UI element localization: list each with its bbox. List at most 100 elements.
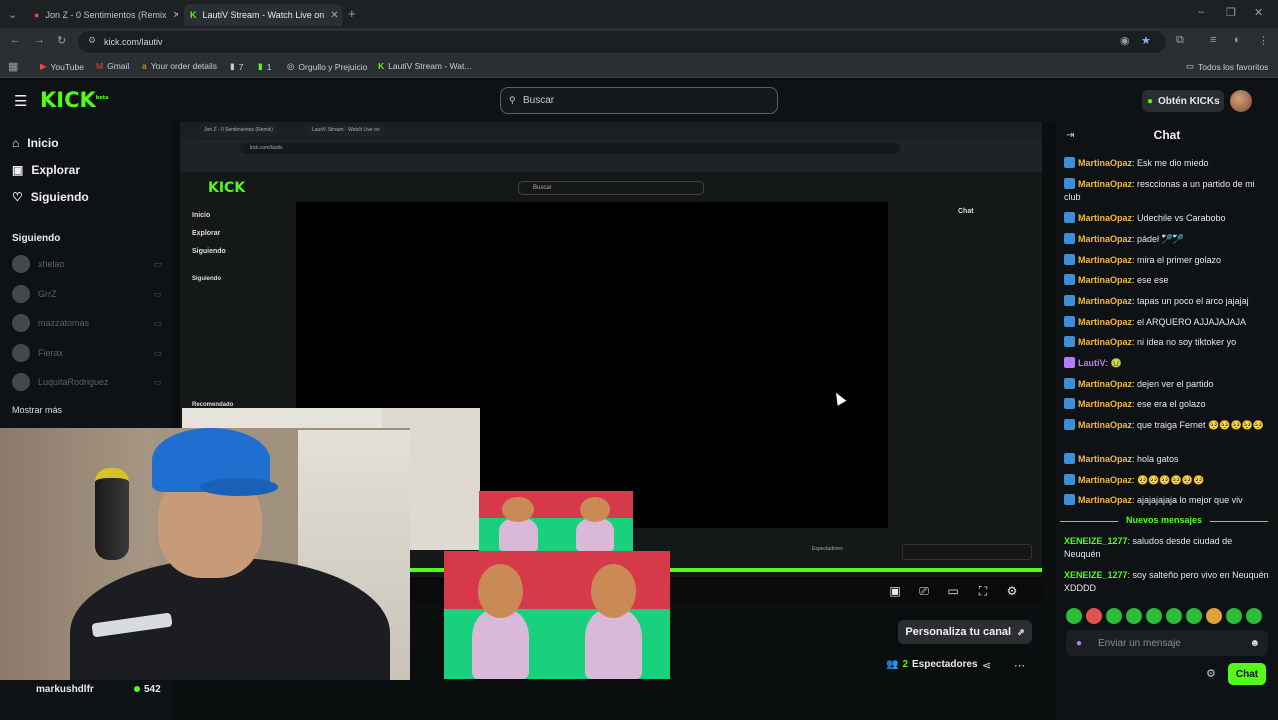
mic-icon: ● bbox=[1076, 637, 1083, 649]
close-tab-icon[interactable]: ✕ bbox=[172, 10, 178, 21]
inner-url: kick.com/lautiv bbox=[240, 143, 900, 154]
chat-username[interactable]: MartinaOpaz bbox=[1078, 255, 1132, 265]
fullscreen-icon[interactable]: ⛶ bbox=[976, 584, 990, 598]
youtube-icon: ▶ bbox=[40, 61, 47, 71]
settings-gear-icon[interactable]: ⚙ bbox=[1005, 584, 1019, 598]
media-icon[interactable]: ≡ bbox=[1210, 34, 1216, 46]
bookmark-7[interactable]: ▮ 7 bbox=[230, 61, 243, 72]
hamburger-menu-icon[interactable]: ☰ bbox=[14, 92, 27, 110]
sidebar-item-inicio[interactable]: ⌂ Inicio bbox=[12, 136, 59, 150]
chat-username[interactable]: MartinaOpaz bbox=[1078, 275, 1132, 285]
close-tab-icon[interactable]: ✕ bbox=[330, 10, 338, 21]
minimize-icon[interactable]: – bbox=[1198, 6, 1204, 18]
close-window-icon[interactable]: ✕ bbox=[1254, 6, 1263, 19]
chat-username[interactable]: MartinaOpaz bbox=[1078, 337, 1132, 347]
chat-username[interactable]: MartinaOpaz bbox=[1078, 317, 1132, 327]
browser-tab-2[interactable]: K LautiV Stream - Watch Live on ✕ bbox=[184, 4, 342, 26]
channel-avatar bbox=[12, 285, 30, 303]
search-placeholder: Buscar bbox=[523, 95, 555, 106]
more-options-icon[interactable]: ⋯ bbox=[1014, 659, 1025, 672]
sidebar-item-explorar[interactable]: ▣ Explorar bbox=[12, 163, 80, 177]
bookmark-orgullo[interactable]: ◎ Orgullo y Prejuicio bbox=[287, 61, 367, 72]
menu-dots-icon[interactable]: ⋮ bbox=[1258, 34, 1269, 47]
emote-icon[interactable] bbox=[1246, 608, 1262, 624]
following-channel[interactable]: mazzatomas ▭ bbox=[12, 313, 162, 333]
star-icon[interactable]: ★ bbox=[1141, 34, 1151, 47]
chat-username[interactable]: MartinaOpaz bbox=[1078, 399, 1132, 409]
monkey-image bbox=[479, 491, 557, 551]
apps-grid-icon[interactable]: ▦ bbox=[8, 60, 18, 73]
chat-username[interactable]: MartinaOpaz bbox=[1078, 179, 1132, 189]
eye-off-icon[interactable]: ◉ bbox=[1120, 34, 1130, 47]
new-tab-icon[interactable]: + bbox=[348, 6, 356, 21]
back-icon[interactable]: ← bbox=[10, 34, 21, 46]
chat-text: : mira el primer golazo bbox=[1132, 255, 1222, 265]
pip-icon[interactable]: ▭ bbox=[946, 584, 960, 598]
emote-icon[interactable] bbox=[1226, 608, 1242, 624]
clip-icon[interactable]: ⎚ bbox=[917, 584, 931, 598]
bookmark-gmail[interactable]: M Gmail bbox=[96, 61, 129, 71]
subscriber-badge-icon bbox=[1064, 178, 1075, 189]
chat-username[interactable]: MartinaOpaz bbox=[1078, 454, 1132, 464]
customize-channel-button[interactable]: Personaliza tu canal ⇗ bbox=[898, 620, 1032, 644]
restore-icon[interactable]: ❐ bbox=[1226, 6, 1236, 19]
chat-username[interactable]: MartinaOpaz bbox=[1078, 213, 1132, 223]
chat-username[interactable]: MartinaOpaz bbox=[1078, 234, 1132, 244]
bookmark-youtube[interactable]: ▶ YouTube bbox=[40, 61, 84, 72]
site-info-icon[interactable]: ⚙ bbox=[88, 35, 96, 46]
browser-tab-1[interactable]: ● Jon Z - 0 Sentimientos (Remix ✕ bbox=[28, 4, 178, 26]
bookmark-1[interactable]: ▮ 1 bbox=[258, 61, 271, 72]
emote-icon[interactable] bbox=[1106, 608, 1122, 624]
extensions-icon[interactable]: ⧉ bbox=[1176, 34, 1184, 47]
share-icon[interactable]: ⋖ bbox=[982, 659, 991, 672]
inner-tab: Jon Z - 0 Sentimientos (Remix) bbox=[200, 125, 277, 137]
all-bookmarks[interactable]: ▭ Todos los favoritos bbox=[1186, 61, 1268, 72]
streamer-name[interactable]: markushdlfr bbox=[36, 684, 94, 695]
subscriber-badge-icon bbox=[1064, 274, 1075, 285]
emote-icon[interactable] bbox=[1146, 608, 1162, 624]
emoji-picker-icon[interactable]: ☻ bbox=[1249, 638, 1260, 649]
bookmark-order[interactable]: a Your order details bbox=[142, 61, 217, 71]
emote-icon[interactable] bbox=[1086, 608, 1102, 624]
show-more-link[interactable]: Mostrar más bbox=[12, 405, 62, 415]
chat-message-input[interactable]: ● Enviar un mensaje ☻ bbox=[1066, 630, 1268, 656]
forward-icon[interactable]: → bbox=[34, 34, 45, 46]
kick-favicon-icon: K bbox=[190, 10, 197, 20]
chat-username[interactable]: MartinaOpaz bbox=[1078, 158, 1132, 168]
chat-username[interactable]: MartinaOpaz bbox=[1078, 495, 1132, 505]
emote-icon[interactable] bbox=[1166, 608, 1182, 624]
reload-icon[interactable]: ↻ bbox=[57, 34, 66, 47]
chat-username[interactable]: MartinaOpaz bbox=[1078, 379, 1132, 389]
get-kicks-button[interactable]: ● Obtén KICKs bbox=[1142, 90, 1224, 112]
chat-settings-icon[interactable]: ⚙ bbox=[1206, 667, 1216, 680]
chat-text: : que traiga Fernet 🥺🥺🥺🥺🥺 bbox=[1132, 420, 1265, 430]
emote-icon[interactable] bbox=[1066, 608, 1082, 624]
theater-mode-icon[interactable]: ▣ bbox=[888, 584, 902, 598]
sidebar-item-siguiendo[interactable]: ♡ Siguiendo bbox=[12, 190, 89, 204]
bookmark-lautiv[interactable]: K LautiV Stream - Wat... bbox=[378, 61, 471, 71]
kick-logo[interactable]: KICKbeta bbox=[40, 88, 109, 112]
url-field[interactable]: kick.com/lautiv bbox=[78, 31, 1166, 53]
following-channel[interactable]: xhelao ▭ bbox=[12, 254, 162, 274]
subscriber-badge-icon bbox=[1064, 378, 1075, 389]
tab-list-icon[interactable]: ⌄ bbox=[8, 8, 17, 21]
emote-bar bbox=[1066, 608, 1272, 624]
search-input[interactable]: ⚲ Buscar bbox=[500, 87, 778, 114]
emote-icon[interactable] bbox=[1186, 608, 1202, 624]
user-avatar[interactable] bbox=[1230, 90, 1252, 112]
following-channel[interactable]: LuquitaRodriguez ▭ bbox=[12, 372, 162, 392]
chat-username[interactable]: LautiV bbox=[1078, 358, 1106, 368]
browser-tab-bar: ⌄ ● Jon Z - 0 Sentimientos (Remix ✕ K La… bbox=[0, 0, 1278, 28]
chat-username[interactable]: MartinaOpaz bbox=[1078, 296, 1132, 306]
send-chat-button[interactable]: Chat bbox=[1228, 663, 1266, 685]
following-channel[interactable]: Fierax ▭ bbox=[12, 343, 162, 363]
emote-icon[interactable] bbox=[1206, 608, 1222, 624]
emote-icon[interactable] bbox=[1126, 608, 1142, 624]
following-channel[interactable]: GrrZ ▭ bbox=[12, 284, 162, 304]
spectators-count: 2 bbox=[902, 659, 909, 670]
users-icon: 👥 bbox=[886, 659, 899, 670]
chat-username[interactable]: MartinaOpaz bbox=[1078, 475, 1132, 485]
kicks-coin-icon: ● bbox=[1147, 95, 1154, 107]
chat-username[interactable]: MartinaOpaz bbox=[1078, 420, 1132, 430]
profile-icon[interactable]: ◐ bbox=[1234, 34, 1241, 46]
